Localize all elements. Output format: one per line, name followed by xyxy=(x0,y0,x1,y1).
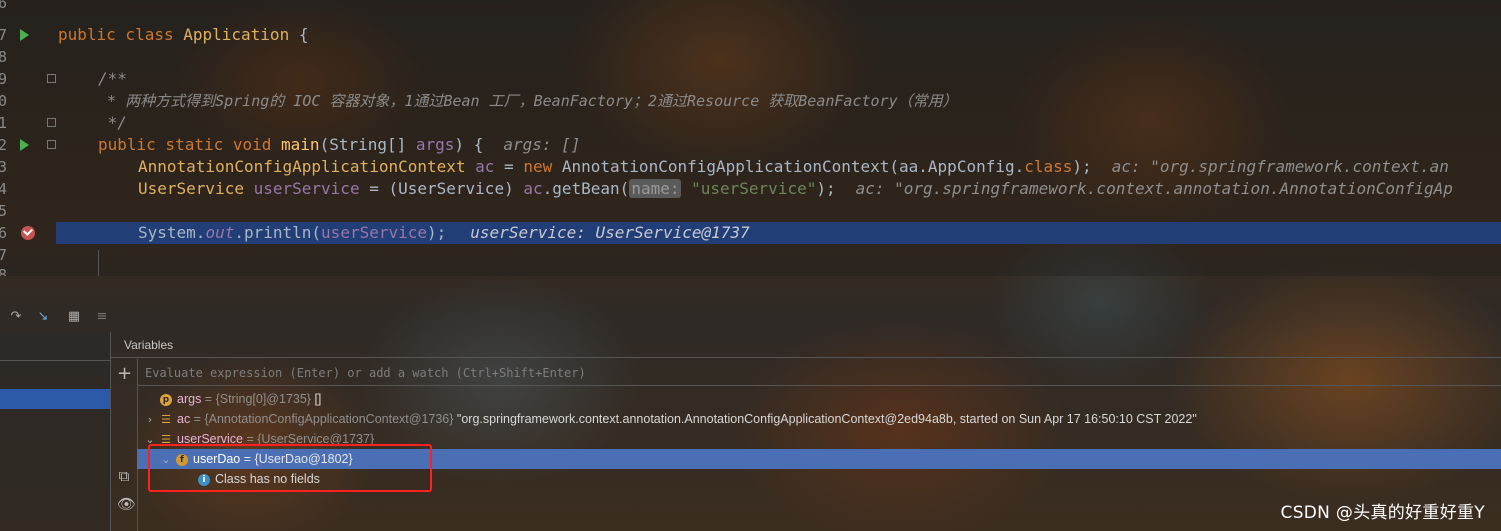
code-text: ) { xyxy=(454,135,484,154)
code-text: userService xyxy=(321,223,428,242)
add-watch-icon[interactable]: + xyxy=(117,365,132,383)
run-to-cursor-icon[interactable]: ↘ xyxy=(35,309,51,325)
code-line: 1 */ xyxy=(0,112,1501,134)
code-line: 6 xyxy=(0,222,56,244)
code-text: .getBean( xyxy=(542,179,630,198)
variable-ref: = {String[0]@1735} xyxy=(201,392,315,406)
code-text: System. xyxy=(138,223,206,242)
line-number: 8 xyxy=(0,266,8,276)
line-number: 4 xyxy=(0,180,8,198)
code-line: 3 AnnotationConfigApplicationContext ac … xyxy=(0,156,1501,178)
breakpoint-icon[interactable] xyxy=(21,226,35,240)
code-text: ); xyxy=(427,223,447,242)
code-text: userService xyxy=(253,179,360,198)
code-line: 7 public class Application { xyxy=(0,24,1501,46)
code-text: ac xyxy=(475,157,495,176)
code-text: ); xyxy=(816,179,836,198)
current-execution-line: System.out.println(userService); userServ… xyxy=(56,222,1501,244)
inline-debug-value: userService: UserService@1737 xyxy=(470,223,750,242)
fold-icon[interactable] xyxy=(47,74,56,83)
code-text: Application xyxy=(183,25,290,44)
line-number: 7 xyxy=(0,246,8,264)
code-line: 2 public static void main(String[] args)… xyxy=(0,134,1501,156)
line-number: 1 xyxy=(0,114,8,132)
line-number: 8 xyxy=(0,48,8,66)
line-number: 2 xyxy=(0,136,8,154)
code-line: 8 xyxy=(0,46,1501,68)
code-line: 9 /** xyxy=(0,68,1501,90)
code-comment: * 两种方式得到Spring的 IOC 容器对象，1通过Bean 工厂，Bean… xyxy=(98,92,958,110)
line-number: 9 xyxy=(0,70,8,88)
code-comment: /** xyxy=(98,69,127,88)
code-text: args xyxy=(415,135,455,154)
evaluate-expression-input[interactable]: Evaluate expression (Enter) or add a wat… xyxy=(137,360,1501,386)
run-icon[interactable] xyxy=(20,29,29,41)
variable-row-args[interactable]: p args = {String[0]@1735} [] xyxy=(144,389,321,409)
code-line: 5 xyxy=(0,200,1501,222)
fold-icon[interactable] xyxy=(47,140,56,149)
parameter-icon: p xyxy=(160,393,172,406)
variable-icon: ☰ xyxy=(161,412,171,426)
code-line: 4 UserService userService = (UserService… xyxy=(0,178,1501,200)
code-text: = (UserService) xyxy=(359,179,524,198)
code-text: .println( xyxy=(234,223,322,242)
line-number: 0 xyxy=(0,92,8,110)
variable-row-ac[interactable]: › ☰ ac = {AnnotationConfigApplicationConte… xyxy=(144,409,1197,429)
variable-name: args xyxy=(177,392,202,406)
code-text: UserService xyxy=(138,179,244,198)
code-text: ); xyxy=(1072,157,1092,176)
code-line: 6 xyxy=(0,0,1501,14)
code-editor[interactable]: 6 7 public class Application { 8 9 /** 0… xyxy=(0,0,1501,276)
code-text: "userService" xyxy=(681,179,817,198)
code-comment: */ xyxy=(98,113,127,132)
line-number: 3 xyxy=(0,158,8,176)
indent-guide xyxy=(98,250,99,276)
highlight-annotation-box xyxy=(148,444,432,492)
step-icon[interactable]: ↷ xyxy=(8,309,24,325)
variable-ref: = {AnnotationConfigApplicationContext@17… xyxy=(190,412,457,426)
code-text: AnnotationConfigApplicationContext xyxy=(138,157,466,176)
frames-toolbar xyxy=(0,360,110,406)
inline-debug-value: args: [] xyxy=(503,135,581,154)
variables-side-toolbar: + ⧉ 👁 xyxy=(111,359,138,531)
code-text: class xyxy=(1024,157,1073,176)
line-number: 6 xyxy=(0,224,8,242)
glasses-icon[interactable]: 👁 xyxy=(117,497,136,512)
code-text: new xyxy=(523,157,553,176)
watermark: CSDN @头真的好重好重Y xyxy=(1280,503,1485,523)
inline-debug-value: ac: "org.springframework.context.annotat… xyxy=(855,179,1453,198)
fold-icon[interactable] xyxy=(47,118,56,127)
variable-value: "org.springframework.context.annotation.… xyxy=(456,412,1197,426)
code-text: main xyxy=(281,135,320,154)
inline-debug-value: ac: "org.springframework.context.an xyxy=(1111,157,1449,176)
code-text: out xyxy=(205,223,235,242)
code-line: 0 * 两种方式得到Spring的 IOC 容器对象，1通过Bean 工厂，Be… xyxy=(0,90,1501,112)
line-number: 5 xyxy=(0,202,8,220)
code-text: (String[] xyxy=(319,135,416,154)
code-text: { xyxy=(289,25,309,44)
table-icon[interactable]: ▦ xyxy=(66,309,82,325)
list-icon[interactable]: ≡ xyxy=(94,309,110,325)
code-line: 7 xyxy=(0,244,1501,266)
run-icon[interactable] xyxy=(20,139,29,151)
code-text: AnnotationConfigApplicationContext(aa.Ap… xyxy=(552,157,1025,176)
code-line: 8 xyxy=(0,264,1501,276)
variables-title: Variables xyxy=(111,332,1501,358)
selected-frame[interactable] xyxy=(0,389,110,409)
parameter-hint: name: xyxy=(629,179,682,198)
line-number: 6 xyxy=(0,0,8,12)
variable-name: ac xyxy=(177,412,191,426)
copy-icon[interactable]: ⧉ xyxy=(117,469,131,484)
variable-value: [] xyxy=(314,392,322,406)
line-number: 7 xyxy=(0,26,8,44)
code-text: ac xyxy=(523,179,543,198)
code-text: public static void xyxy=(98,135,282,154)
code-text: = xyxy=(494,157,524,176)
frames-pane xyxy=(0,332,111,531)
chevron-right-icon[interactable]: › xyxy=(144,410,156,430)
code-text: public class xyxy=(58,25,184,44)
